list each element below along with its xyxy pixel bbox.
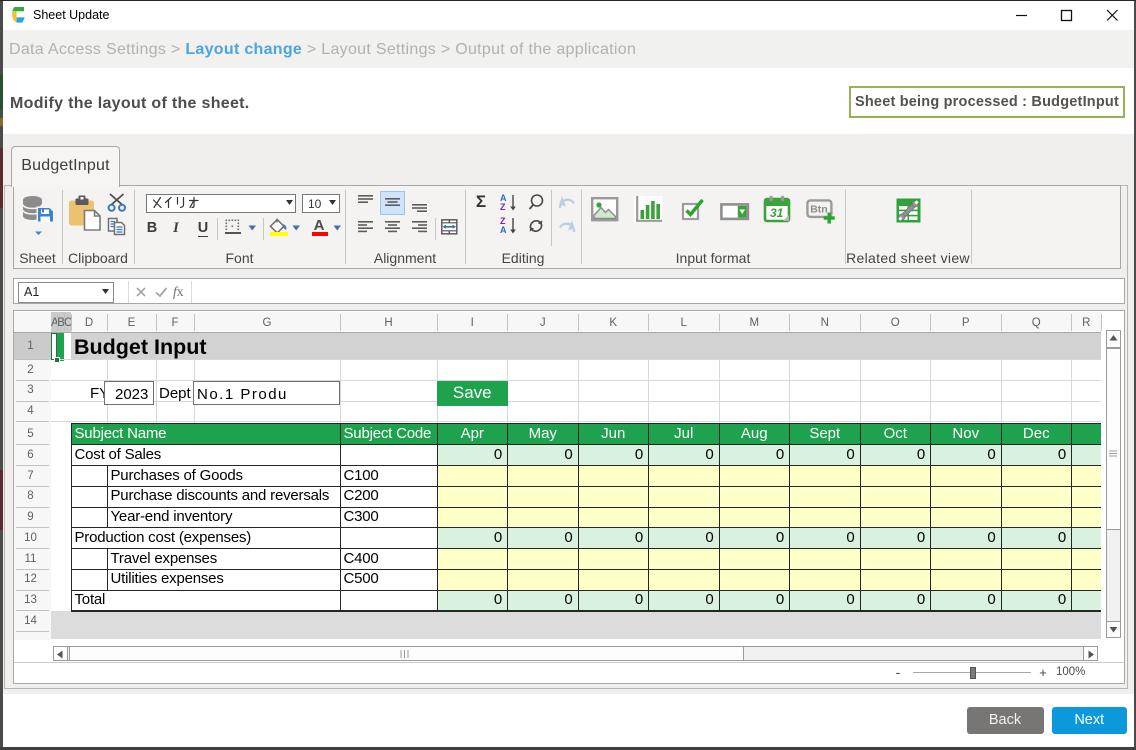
svg-text:A: A <box>500 225 507 234</box>
svg-text:31: 31 <box>770 206 784 220</box>
svg-text:Z: Z <box>500 202 506 211</box>
svg-text:Btn: Btn <box>810 204 828 216</box>
